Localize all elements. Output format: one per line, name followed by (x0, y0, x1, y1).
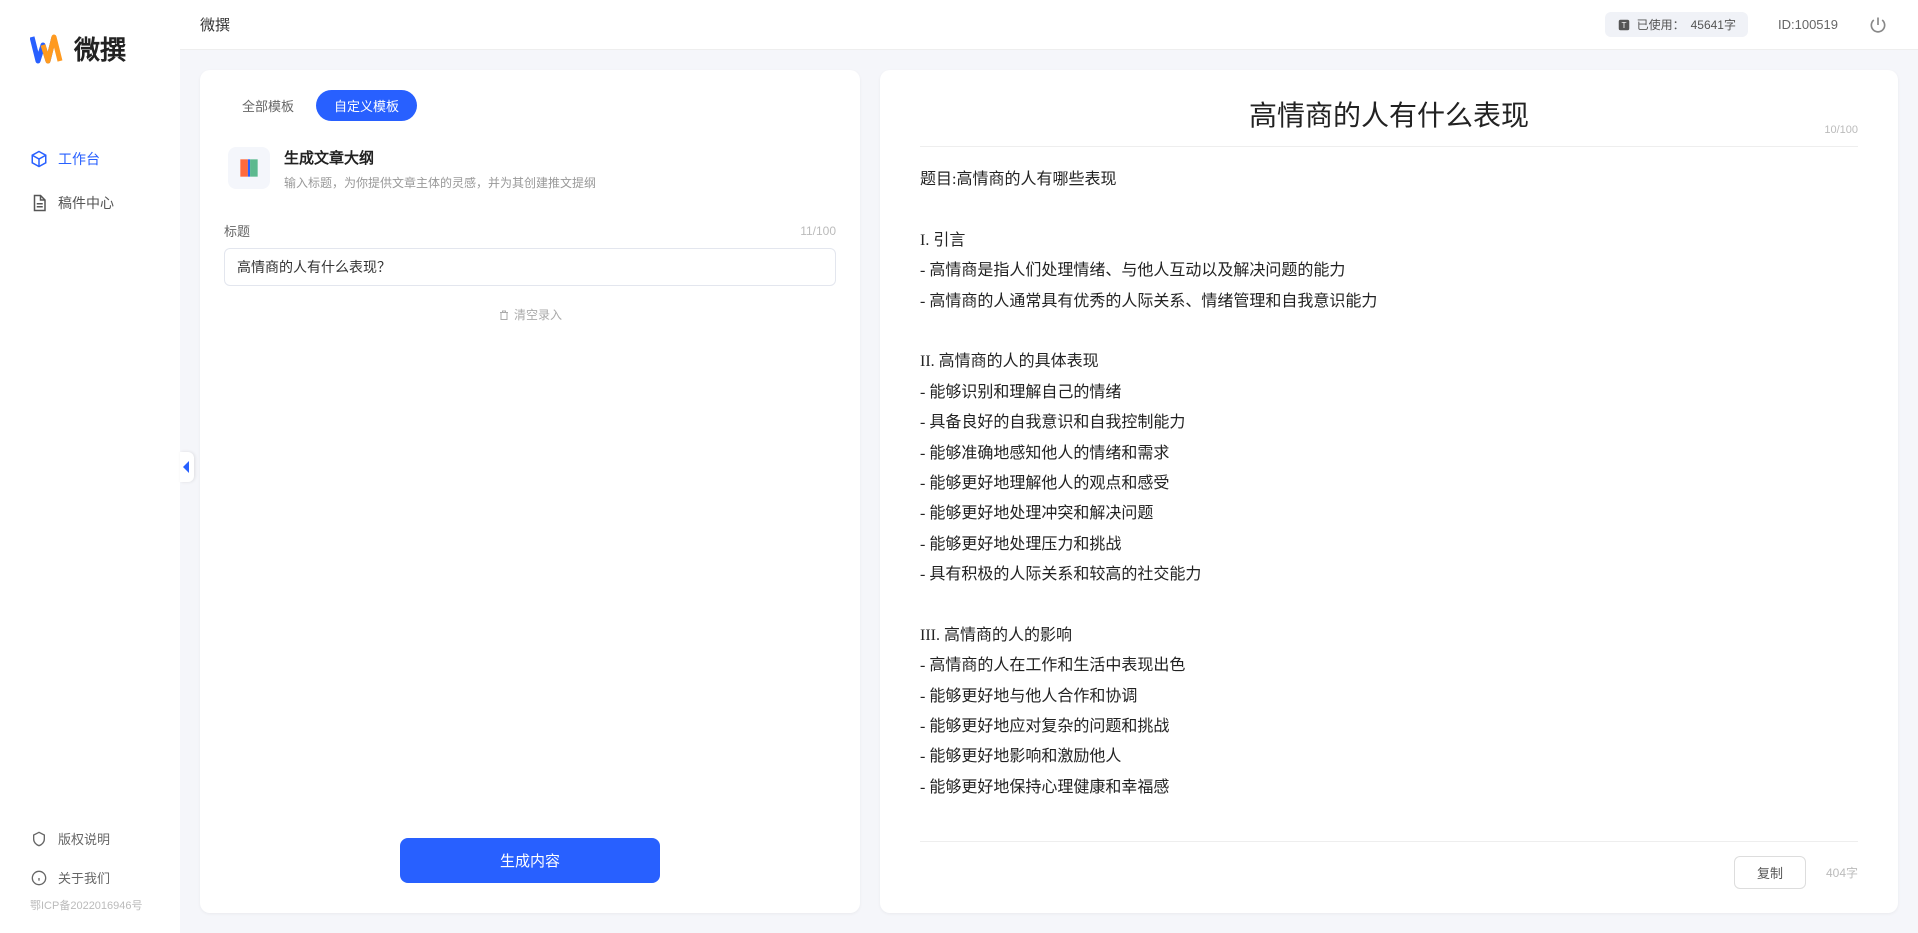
user-id: ID:100519 (1778, 17, 1838, 32)
nav-copyright[interactable]: 版权说明 (0, 819, 180, 858)
template-tabs: 全部模板 自定义模板 (224, 90, 836, 121)
brand-name: 微撰 (74, 30, 126, 67)
topbar: 微撰 T 已使用： 45641字 ID:100519 (180, 0, 1918, 50)
output-panel: 高情商的人有什么表现 10/100 题目:高情商的人有哪些表现 I. 引言 - … (880, 70, 1898, 913)
document-icon (30, 194, 48, 212)
tab-custom-templates[interactable]: 自定义模板 (316, 90, 417, 121)
output-word-count: 404字 (1826, 864, 1858, 881)
selected-template-card: 生成文章大纲 输入标题，为你提供文章主体的灵感，并为其创建推文提纲 (224, 141, 836, 211)
template-title: 生成文章大纲 (284, 147, 596, 168)
clear-input-link[interactable]: 清空录入 (224, 306, 836, 323)
output-title-count: 10/100 (1824, 124, 1858, 136)
tab-all-templates[interactable]: 全部模板 (224, 90, 312, 121)
uid-label: ID: (1778, 17, 1795, 32)
sidebar-collapse-handle[interactable] (180, 452, 194, 482)
sidebar-bottom: 版权说明 关于我们 鄂ICP备2022016946号 (0, 819, 180, 933)
sidebar: 微撰 工作台 稿件中心 版权说明 (0, 0, 180, 933)
title-input[interactable] (224, 248, 836, 286)
power-icon[interactable] (1868, 15, 1888, 35)
book-icon (228, 147, 270, 189)
usage-label: 已使用： (1637, 16, 1685, 33)
shield-icon (30, 830, 48, 848)
icp-text: 鄂ICP备2022016946号 (0, 897, 180, 923)
label-title: 标题 (224, 221, 250, 240)
cube-icon (30, 150, 48, 168)
copy-button[interactable]: 复制 (1734, 856, 1806, 889)
brand-logo-mark (30, 31, 66, 67)
title-char-count: 11/100 (800, 224, 836, 238)
nav-copyright-label: 版权说明 (58, 829, 110, 848)
template-desc: 输入标题，为你提供文章主体的灵感，并为其创建推文提纲 (284, 174, 596, 191)
trash-icon (498, 309, 510, 321)
uid-value: 100519 (1795, 17, 1838, 32)
usage-pill: T 已使用： 45641字 (1605, 12, 1748, 37)
usage-value: 45641字 (1691, 16, 1736, 33)
nav-about[interactable]: 关于我们 (0, 858, 180, 897)
nav-workspace[interactable]: 工作台 (0, 137, 180, 181)
output-body[interactable]: 题目:高情商的人有哪些表现 I. 引言 - 高情商是指人们处理情绪、与他人互动以… (920, 165, 1858, 831)
output-title: 高情商的人有什么表现 (1249, 94, 1529, 134)
nav-workspace-label: 工作台 (58, 149, 100, 169)
input-panel: 全部模板 自定义模板 生成文章大纲 输入标题，为你提供文章主体的灵感，并为其创建… (200, 70, 860, 913)
info-icon (30, 869, 48, 887)
nav-about-label: 关于我们 (58, 868, 110, 887)
topbar-title: 微撰 (180, 14, 230, 35)
nav-drafts-label: 稿件中心 (58, 193, 114, 213)
text-badge-icon: T (1617, 18, 1631, 32)
nav-drafts[interactable]: 稿件中心 (0, 181, 180, 225)
sidebar-nav: 工作台 稿件中心 (0, 97, 180, 819)
generate-button[interactable]: 生成内容 (400, 838, 660, 883)
clear-input-label: 清空录入 (514, 306, 562, 323)
brand-logo: 微撰 (0, 30, 180, 97)
svg-text:T: T (1621, 20, 1626, 29)
